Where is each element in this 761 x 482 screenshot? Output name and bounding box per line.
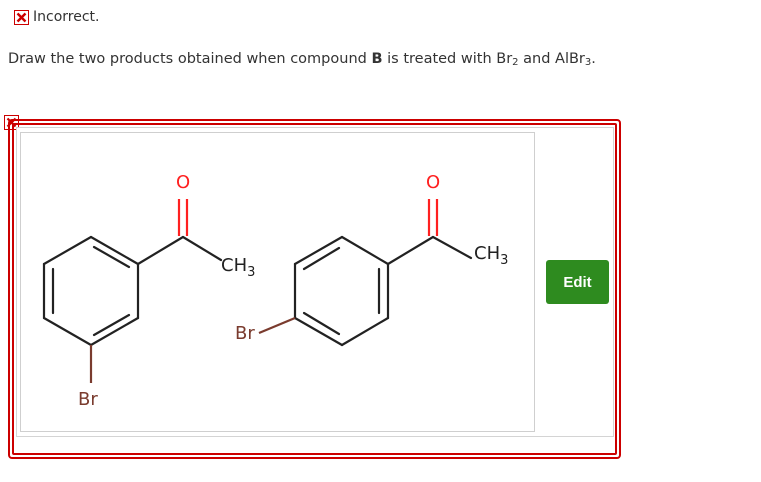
methyl-bond-2: [431, 235, 473, 260]
drawing-canvas[interactable]: O CH3 Br O CH3 Br: [20, 132, 535, 432]
molecule-ortho-bromoacetophenone: O CH3 Br: [235, 172, 508, 347]
oxygen-label-2: O: [426, 172, 440, 193]
methyl-label: CH3: [221, 255, 255, 280]
bromine-label: Br: [78, 389, 98, 410]
bromine-bond-2: [258, 316, 296, 335]
benzene-ring-1: [42, 235, 140, 347]
oxygen-label: O: [176, 172, 190, 193]
methyl-bond: [181, 235, 223, 262]
edit-button[interactable]: Edit: [546, 260, 609, 304]
incorrect-icon: [14, 9, 29, 25]
structures-drawing: O CH3 Br O CH3 Br: [42, 172, 508, 410]
benzene-ring-2: [293, 235, 390, 347]
feedback-text: Incorrect.: [33, 9, 100, 25]
question-prompt: Draw the two products obtained when comp…: [8, 51, 596, 68]
ring-carbonyl-bond: [136, 235, 185, 266]
ring-carbonyl-bond-2: [386, 235, 435, 266]
bromine-label-2: Br: [235, 323, 255, 344]
molecule-meta-bromoacetophenone: O CH3 Br: [42, 172, 255, 410]
feedback-status: Incorrect.: [14, 9, 99, 25]
methyl-label-2: CH3: [474, 243, 508, 268]
